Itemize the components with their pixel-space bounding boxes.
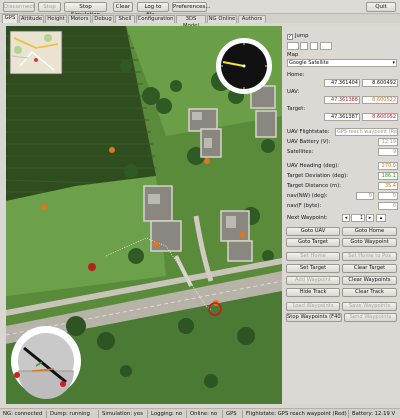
stop-waypoints-button[interactable]: Stop Waypoints (F40): [286, 313, 342, 322]
jump-label: Jump: [295, 33, 309, 39]
load-waypoints-button[interactable]: Load Waypoints: [286, 302, 340, 311]
main-toolbar: Disconnect Stop Stop Simulation Clear Lo…: [0, 0, 400, 18]
target-lat-field[interactable]: 47.361387: [324, 113, 360, 121]
status-ng: NG: connected: [3, 411, 43, 417]
next-waypoint-label: Next Waypoint:: [287, 215, 328, 221]
status-divider: [222, 410, 223, 418]
tab-configuration[interactable]: Configuration: [136, 15, 175, 23]
satellites-label: Satellites:: [287, 149, 314, 155]
status-divider: [147, 410, 148, 418]
nav-field-2: 0: [378, 192, 398, 200]
clear-track-button[interactable]: Clear Track: [342, 288, 397, 297]
set-home-button[interactable]: Set Home: [286, 252, 340, 261]
preferences-button[interactable]: Preferences...: [172, 2, 211, 12]
tab-motors[interactable]: Motors: [68, 15, 91, 23]
uav-lon-field: 8.600522: [362, 96, 398, 104]
set-target-button[interactable]: Set Target: [286, 264, 340, 273]
tab-attitude[interactable]: Attitude: [19, 15, 44, 23]
jump-step-arrows[interactable]: [300, 42, 308, 50]
home-lat-field[interactable]: 47.361404: [324, 79, 360, 87]
tab-3ds-model[interactable]: 3DS Model: [176, 15, 206, 29]
waypoint-next-button[interactable]: ▸: [366, 214, 374, 222]
send-waypoints-button[interactable]: Send Waypoints: [344, 313, 397, 322]
log-to-file-button[interactable]: Log to file...: [137, 2, 169, 18]
chevron-down-icon: ▾: [392, 60, 395, 66]
tab-ng-online[interactable]: NG Online: [207, 15, 237, 23]
jump-step-field-2[interactable]: [320, 42, 332, 50]
goto-waypoint-button[interactable]: Goto Waypoint: [342, 238, 397, 247]
navf-field: 0: [378, 202, 398, 210]
tab-height[interactable]: Height: [45, 15, 67, 23]
clear-waypoints-button[interactable]: Clear Waypoints: [342, 276, 397, 285]
add-waypoint-button[interactable]: Add Waypoint: [286, 276, 340, 285]
status-divider: [242, 410, 243, 418]
tab-shell[interactable]: Shell: [115, 15, 135, 23]
map-canvas: [6, 26, 282, 404]
deviation-field: 186.1: [378, 172, 398, 180]
save-waypoints-button[interactable]: Save Waypoints: [342, 302, 397, 311]
home-label: Home:: [287, 72, 305, 78]
jump-checkbox[interactable]: ✓: [287, 34, 293, 40]
status-battery: Battery: 12.19 V: [352, 411, 396, 417]
uav-lat-field: 47.361388: [324, 96, 360, 104]
deviation-label: Target Deviation (deg):: [287, 173, 348, 179]
map-type-select[interactable]: Google Satellite ▾: [287, 59, 397, 67]
uav-label: UAV:: [287, 89, 300, 95]
tab-gps[interactable]: GPS: [2, 14, 18, 23]
map-select-value: Google Satellite: [289, 60, 329, 66]
clear-target-button[interactable]: Clear Target: [342, 264, 397, 273]
waypoint-spin-button[interactable]: ▴: [376, 214, 386, 222]
status-divider: [186, 410, 187, 418]
set-home-to-pos-button[interactable]: Set Home to Pos: [342, 252, 397, 261]
distance-label: Target Distance (m):: [287, 183, 341, 189]
waypoint-number-field[interactable]: 1: [351, 214, 365, 222]
status-online: Online: no: [190, 411, 218, 417]
distance-field: 35.4: [378, 182, 398, 190]
nav-field-1: 0: [356, 192, 374, 200]
jump-step-field[interactable]: [287, 42, 299, 50]
quit-button[interactable]: Quit: [366, 2, 396, 12]
goto-home-button[interactable]: Goto Home: [342, 227, 397, 236]
goto-target-button[interactable]: Goto Target: [286, 238, 340, 247]
jump-step-value[interactable]: [310, 42, 318, 50]
disconnect-button[interactable]: Disconnect: [3, 2, 35, 12]
status-dump: Dump: running: [50, 411, 90, 417]
target-label: Target:: [287, 106, 306, 112]
target-lon-field[interactable]: 8.600052: [362, 113, 398, 121]
map-label: Map: [287, 52, 299, 58]
goto-uav-button[interactable]: Goto UAV: [286, 227, 340, 236]
status-bar: NG: connected Dump: running Simulation: …: [0, 408, 400, 418]
stop-button[interactable]: Stop: [38, 2, 61, 12]
status-flightstate: Flightstate: GPS reach waypoint (Red): [246, 411, 347, 417]
stop-simulation-button[interactable]: Stop Simulation: [64, 2, 107, 18]
status-logging: Logging: no: [151, 411, 183, 417]
flightstate-label: UAV Flightstate:: [287, 129, 330, 135]
flightstate-field: GPS reach waypoint (Red): [335, 128, 398, 136]
battery-field: 12.19: [378, 138, 398, 146]
control-panel: ✓ Jump Map Google Satellite ▾ Home: 47.3…: [282, 26, 400, 404]
satellites-field: 9: [378, 148, 398, 156]
heading-label: UAV Heading (deg):: [287, 163, 340, 169]
home-lon-field[interactable]: 8.600492: [362, 79, 398, 87]
hide-track-button[interactable]: Hide Track: [286, 288, 340, 297]
status-divider: [348, 410, 349, 418]
tab-authors[interactable]: Authors: [238, 15, 266, 23]
heading-field: 270.0: [378, 162, 398, 170]
tab-bar: GPS Attitude Height Motors Debug Shell C…: [0, 14, 400, 29]
status-gps: GPS: [226, 411, 237, 417]
status-divider: [98, 410, 99, 418]
status-simulation: Simulation: yes: [102, 411, 143, 417]
navf-label: nav(F (byte):: [287, 203, 322, 209]
battery-label: UAV Battery (V):: [287, 139, 331, 145]
clear-button[interactable]: Clear: [113, 2, 133, 12]
waypoint-prev-button[interactable]: ◂: [342, 214, 350, 222]
nav-label: nav(NW) (deg):: [287, 193, 328, 199]
satellite-map[interactable]: [6, 26, 282, 404]
status-divider: [46, 410, 47, 418]
tab-debug[interactable]: Debug: [92, 15, 114, 23]
